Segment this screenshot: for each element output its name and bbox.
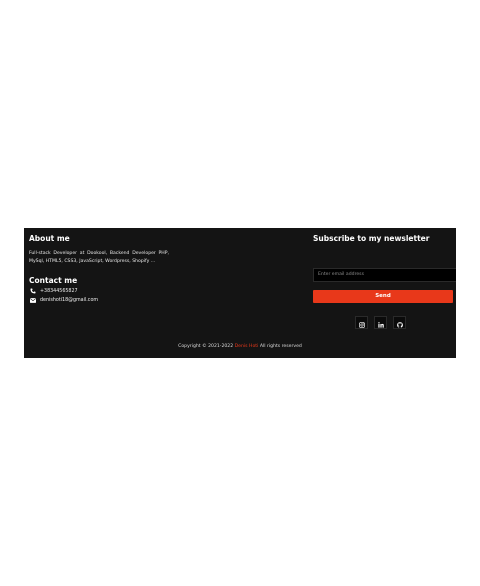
phone-row[interactable]: +38344565827 bbox=[29, 288, 169, 295]
copyright: Copyright © 2021-2022 Denis Hoti All rig… bbox=[24, 344, 456, 349]
contact-title: Contact me bbox=[29, 275, 78, 285]
author-link[interactable]: Denis Hoti bbox=[235, 344, 259, 349]
send-button[interactable]: Send bbox=[313, 290, 453, 303]
social-links bbox=[355, 316, 406, 329]
linkedin-icon bbox=[377, 313, 384, 332]
envelope-icon bbox=[29, 297, 36, 303]
about-text: Full-stack Developer at Dookool, Backend… bbox=[29, 251, 169, 265]
email-address: denishoti18@gmail.com bbox=[40, 297, 99, 303]
instagram-link[interactable] bbox=[355, 316, 368, 329]
about-section: About me Full-stack Developer at Dookool… bbox=[29, 234, 169, 304]
site-footer: About me Full-stack Developer at Dookool… bbox=[24, 228, 456, 358]
copyright-suffix: All rights reserved bbox=[258, 344, 302, 349]
github-icon bbox=[396, 313, 403, 332]
newsletter-email-input[interactable]: Enter email address bbox=[313, 268, 456, 282]
github-link[interactable] bbox=[393, 316, 406, 329]
newsletter-title: Subscribe to my newsletter bbox=[313, 234, 430, 243]
linkedin-link[interactable] bbox=[374, 316, 387, 329]
instagram-icon bbox=[358, 313, 365, 332]
copyright-prefix: Copyright © 2021-2022 bbox=[178, 344, 235, 349]
newsletter-section: Subscribe to my newsletter bbox=[313, 234, 456, 244]
about-title: About me bbox=[29, 234, 70, 243]
phone-icon bbox=[29, 288, 36, 294]
phone-number: +38344565827 bbox=[40, 288, 78, 294]
email-row[interactable]: denishoti18@gmail.com bbox=[29, 297, 169, 304]
